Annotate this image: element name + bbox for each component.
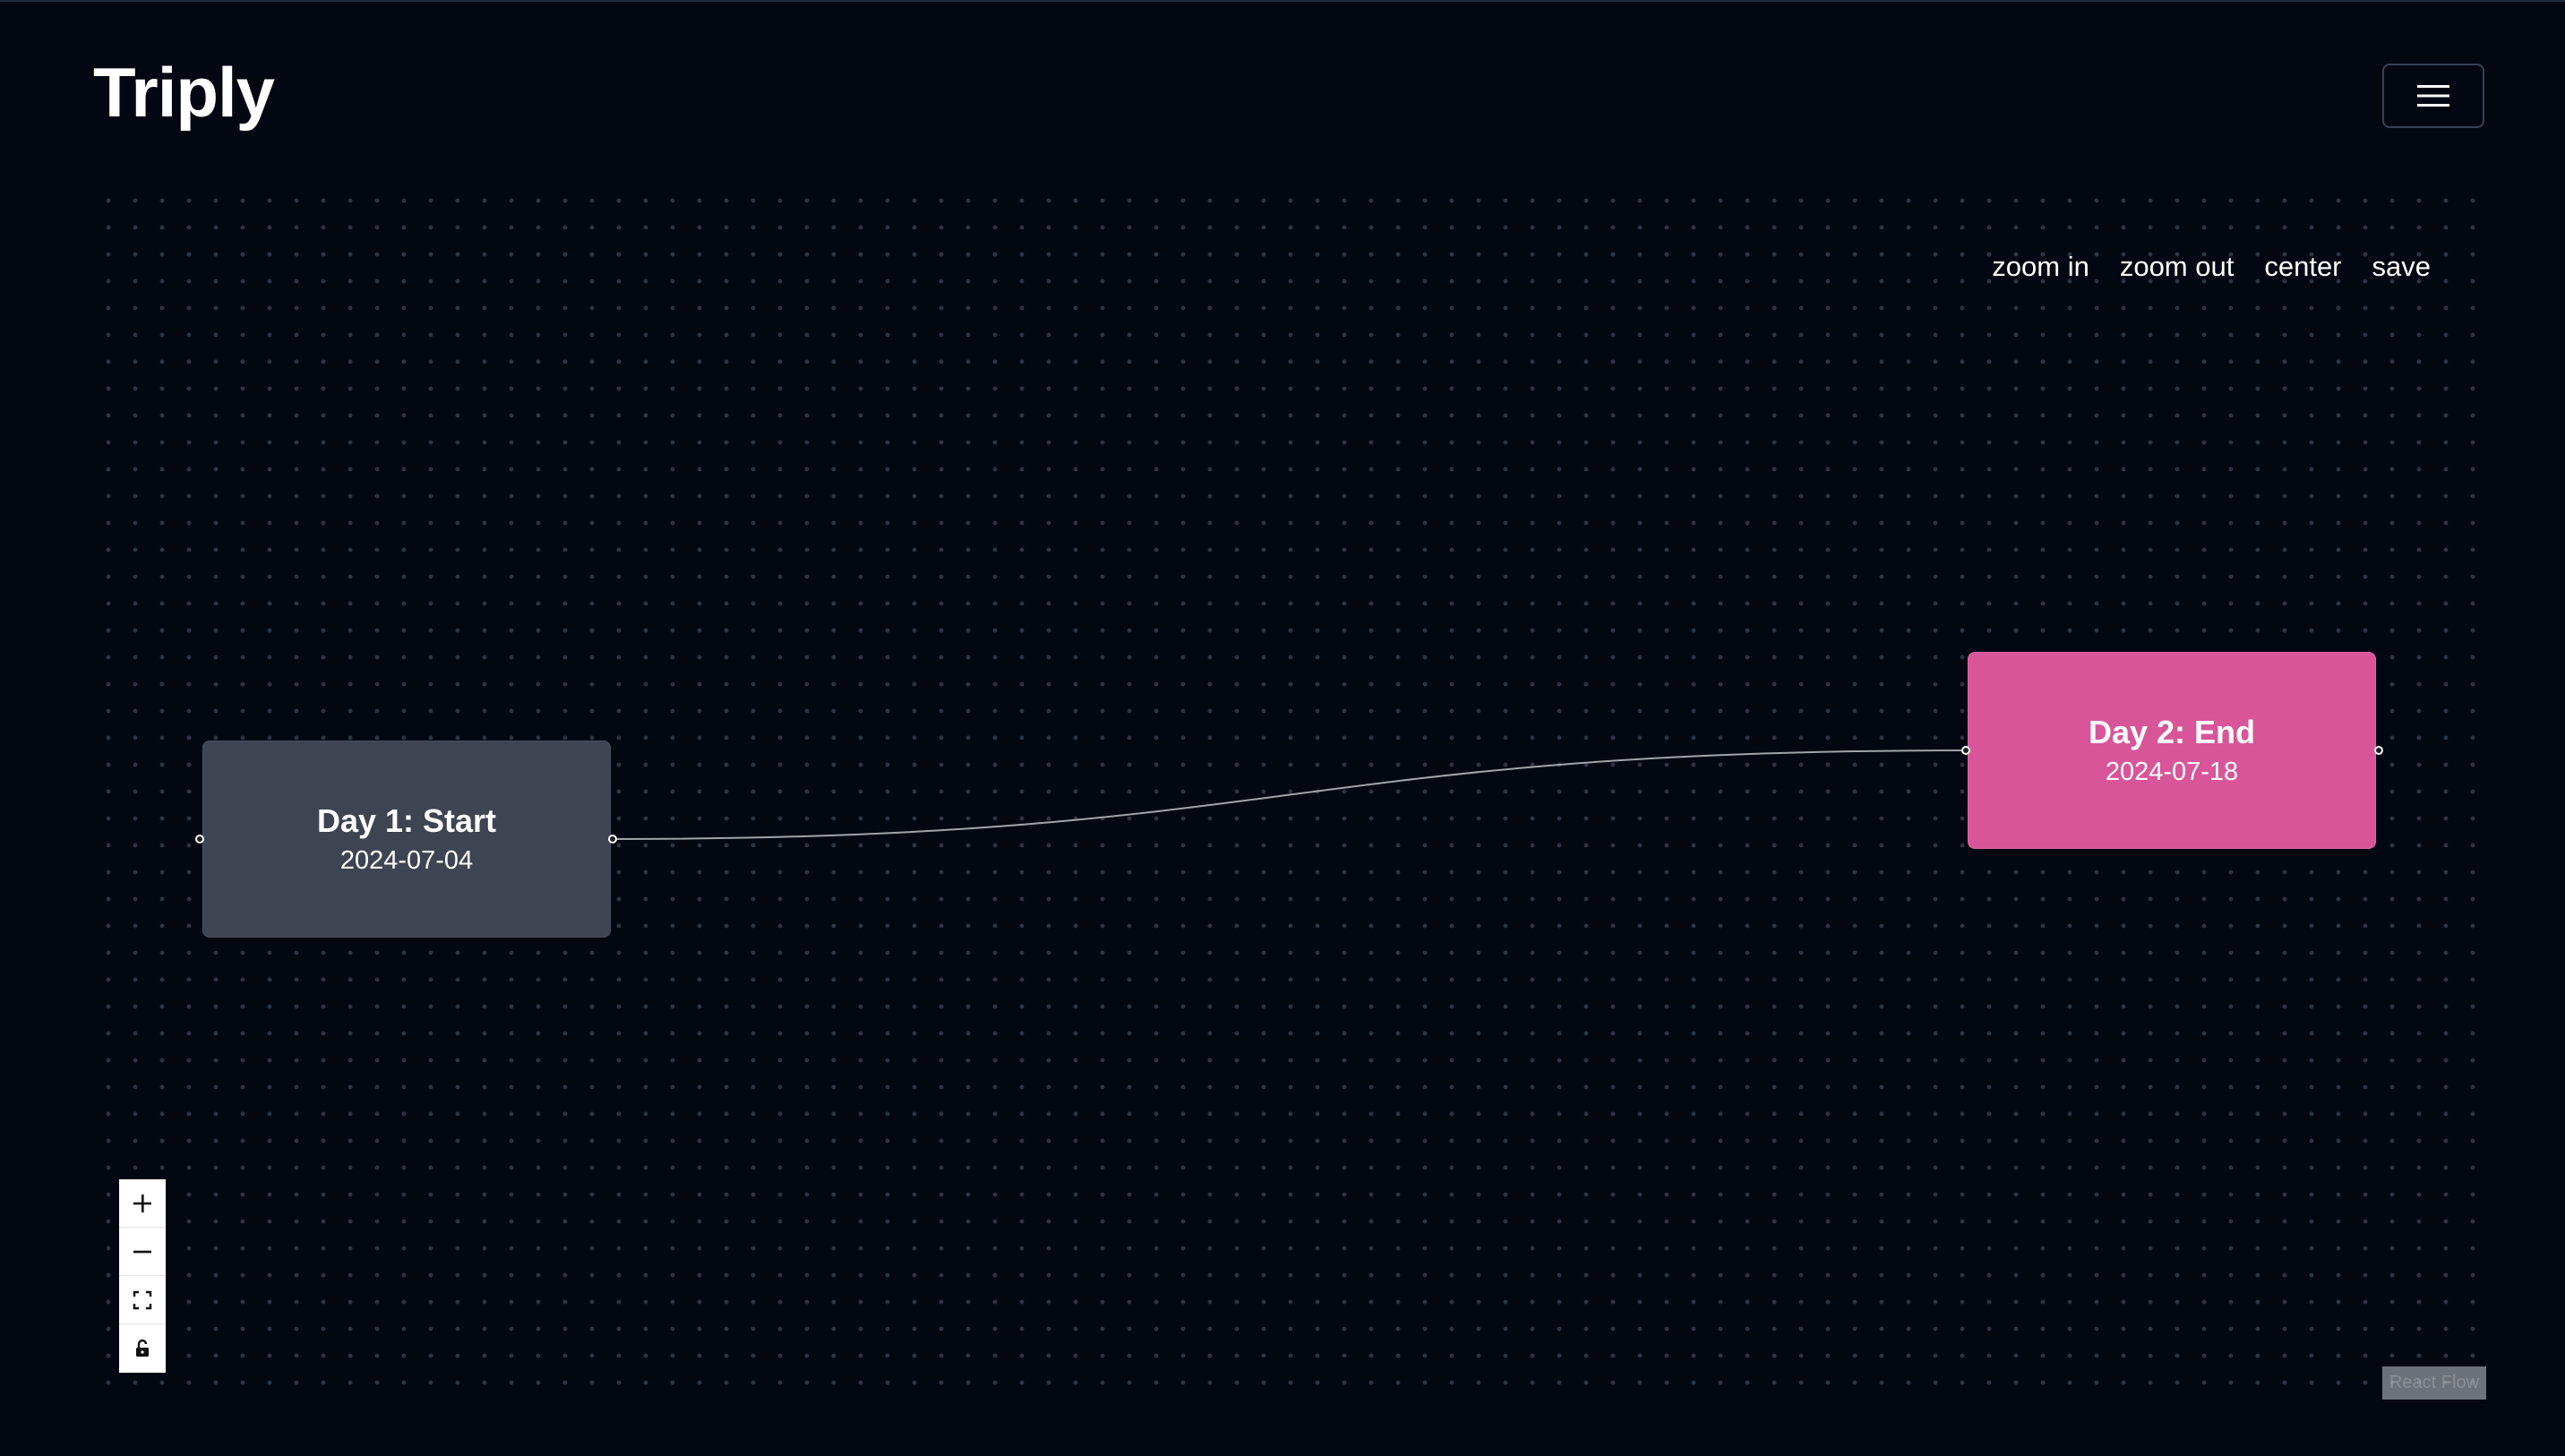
hamburger-menu-icon bbox=[2417, 85, 2449, 107]
node-day-2[interactable]: Day 2: End 2024-07-18 bbox=[1968, 652, 2376, 849]
fit-view-control[interactable] bbox=[119, 1276, 166, 1324]
zoom-out-control[interactable] bbox=[119, 1228, 166, 1276]
plus-icon bbox=[133, 1194, 151, 1212]
node-day-1-target-handle[interactable] bbox=[195, 835, 204, 844]
app-page: Triply zoom in zoom out center save Day … bbox=[0, 0, 2565, 1456]
node-day-2-target-handle[interactable] bbox=[1961, 746, 1970, 755]
node-date: 2024-07-18 bbox=[2105, 758, 2239, 787]
react-flow-attribution[interactable]: React Flow bbox=[2382, 1366, 2486, 1400]
node-title: Day 2: End bbox=[2088, 714, 2256, 750]
node-day-1-source-handle[interactable] bbox=[608, 835, 617, 844]
menu-button[interactable] bbox=[2382, 64, 2484, 128]
minus-icon bbox=[133, 1250, 151, 1253]
node-day-1[interactable]: Day 1: Start 2024-07-04 bbox=[202, 741, 611, 938]
brand-logo[interactable]: Triply bbox=[93, 57, 275, 127]
zoom-in-button[interactable]: zoom in bbox=[1992, 251, 2089, 283]
zoom-in-control[interactable] bbox=[119, 1179, 166, 1228]
node-day-2-source-handle[interactable] bbox=[2374, 746, 2383, 755]
fit-view-icon bbox=[133, 1290, 152, 1309]
flow-controls bbox=[119, 1179, 166, 1373]
node-date: 2024-07-04 bbox=[339, 846, 474, 876]
center-button[interactable]: center bbox=[2264, 251, 2341, 283]
lock-control[interactable] bbox=[119, 1324, 166, 1373]
canvas-toolbar: zoom in zoom out center save bbox=[1992, 251, 2431, 283]
node-title: Day 1: Start bbox=[316, 802, 497, 839]
unlock-icon bbox=[136, 1339, 149, 1357]
save-button[interactable]: save bbox=[2372, 251, 2431, 283]
zoom-out-button[interactable]: zoom out bbox=[2120, 251, 2235, 283]
